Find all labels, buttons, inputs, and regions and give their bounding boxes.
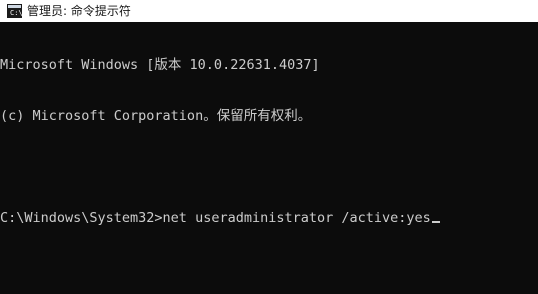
title-bar[interactable]: C:\ 管理员: 命令提示符 (0, 0, 538, 22)
text-cursor (431, 221, 440, 223)
command-text: C:\Windows\System32>net useradministrato… (0, 210, 431, 226)
window-title: 管理员: 命令提示符 (27, 4, 131, 18)
cmd-window: C:\ 管理员: 命令提示符 Microsoft Windows [版本 10.… (0, 0, 538, 294)
console-line-version: Microsoft Windows [版本 10.0.22631.4037] (0, 57, 320, 73)
cmd-icon-glyph: C:\ (10, 9, 23, 17)
console-line-command[interactable]: C:\Windows\System32>net useradministrato… (0, 210, 538, 227)
cmd-icon[interactable]: C:\ (7, 4, 23, 18)
cmd-icon-bar (8, 5, 21, 8)
console-line-copyright: (c) Microsoft Corporation。保留所有权利。 (0, 108, 312, 124)
console-output[interactable]: Microsoft Windows [版本 10.0.22631.4037] (… (0, 22, 538, 294)
